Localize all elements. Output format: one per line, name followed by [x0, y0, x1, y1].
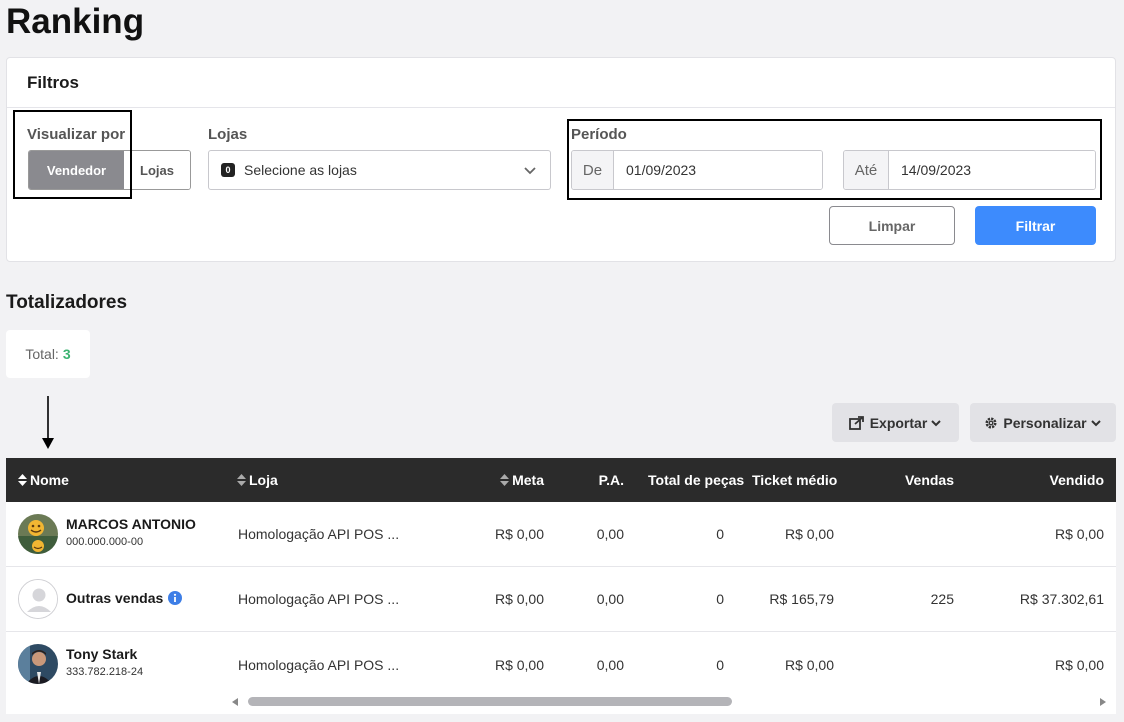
column-header-total-pieces[interactable]: Total de peças [648, 458, 744, 502]
total-pieces-cell: 0 [716, 656, 724, 673]
sort-icon [500, 474, 510, 486]
filters-card: Filtros Visualizar por Vendedor Lojas Lo… [6, 57, 1116, 262]
stores-select[interactable]: 0 Selecione as lojas [208, 150, 551, 190]
goal-cell: R$ 0,00 [494, 591, 544, 607]
column-header-sales[interactable]: Vendas [876, 458, 954, 502]
sales-cell: 225 [930, 591, 954, 607]
stores-count-badge: 0 [221, 163, 235, 177]
sort-icon [237, 474, 246, 486]
table-header: Nome Loja Meta P.A. Total de peças Ticke… [6, 458, 1116, 502]
total-pieces-cell: 0 [716, 591, 724, 607]
table-row[interactable]: Tony Stark 333.782.218-24 Homologação AP… [6, 632, 1116, 697]
gear-icon [985, 417, 997, 428]
period-to-input[interactable] [889, 151, 1095, 189]
filters-divider [7, 107, 1115, 108]
seller-name-row: Outras vendas [66, 590, 183, 606]
view-by-segmented-control: Vendedor Lojas [28, 150, 191, 190]
avg-ticket-cell: R$ 0,00 [784, 656, 834, 673]
column-header-sold[interactable]: Vendido [996, 458, 1104, 502]
goal-cell: R$ 0,00 [494, 656, 544, 673]
export-button[interactable]: Exportar [832, 403, 959, 442]
store-cell: Homologação API POS ... [238, 591, 400, 607]
store-cell: Homologação API POS ... [238, 656, 400, 673]
column-header-name[interactable]: Nome [18, 458, 69, 502]
goal-cell: R$ 0,00 [494, 526, 544, 542]
scroll-left-arrow-icon[interactable] [232, 698, 238, 706]
view-by-stores-button[interactable]: Lojas [124, 151, 190, 189]
period-label: Período [571, 126, 627, 143]
customize-button[interactable]: Personalizar [970, 403, 1116, 442]
chevron-down-icon [931, 419, 941, 426]
export-icon [848, 416, 864, 430]
store-cell: Homologação API POS ... [238, 526, 400, 542]
stores-select-placeholder: Selecione as lojas [244, 162, 357, 178]
avatar [18, 644, 58, 684]
seller-name-block: Outras vendas [66, 590, 183, 606]
stores-label: Lojas [208, 126, 248, 143]
totals-title: Totalizadores [6, 292, 128, 313]
total-value: 3 [62, 346, 71, 362]
column-header-store-label: Loja [249, 472, 278, 488]
avg-ticket-cell: R$ 0,00 [784, 526, 834, 542]
period-to-addon: Até [844, 151, 889, 189]
filters-title: Filtros [27, 73, 79, 92]
seller-document: 000.000.000-00 [66, 536, 144, 548]
total-card: Total: 3 [6, 330, 90, 378]
period-from-group: De [571, 150, 823, 190]
sort-icon [18, 474, 27, 486]
page-title: Ranking [6, 2, 145, 41]
seller-name: Outras vendas [66, 590, 164, 606]
total-label: Total: [25, 346, 59, 362]
column-header-goal[interactable]: Meta [486, 458, 544, 502]
pa-cell: 0,00 [596, 591, 624, 607]
seller-document: 333.782.218-24 [66, 666, 144, 678]
annotation-arrow-down-icon [42, 396, 54, 449]
seller-name: MARCOS ANTONIO [66, 516, 196, 532]
pa-cell: 0,00 [596, 526, 624, 542]
pa-cell: 0,00 [596, 656, 624, 673]
column-header-goal-label: Meta [512, 472, 544, 488]
export-label: Exportar [869, 414, 928, 431]
table-row[interactable]: Outras vendas Homologação API POS ... R$… [6, 567, 1116, 632]
column-header-name-label: Nome [30, 472, 69, 488]
filter-button[interactable]: Filtrar [975, 206, 1096, 245]
column-header-avg-ticket[interactable]: Ticket médio [752, 458, 837, 502]
table-row[interactable]: MARCOS ANTONIO 000.000.000-00 Homologaçã… [6, 502, 1116, 567]
scroll-right-arrow-icon[interactable] [1100, 698, 1106, 706]
seller-name: Tony Stark [66, 646, 138, 662]
seller-name-block: Tony Stark 333.782.218-24 [66, 646, 143, 678]
sold-cell: R$ 37.302,61 [1019, 591, 1104, 607]
sales-cell [876, 502, 954, 566]
column-header-pa[interactable]: P.A. [566, 458, 624, 502]
avatar [18, 514, 58, 554]
sales-cell [876, 632, 954, 697]
period-to-group: Até [843, 150, 1096, 190]
total-pieces-cell: 0 [716, 526, 724, 542]
chevron-down-icon [524, 167, 536, 175]
sold-cell: R$ 0,00 [1054, 656, 1104, 673]
avatar-placeholder [18, 579, 58, 619]
sold-cell: R$ 0,00 [1054, 526, 1104, 542]
clear-button[interactable]: Limpar [829, 206, 955, 245]
period-from-addon: De [572, 151, 614, 189]
column-header-store[interactable]: Loja [237, 458, 278, 502]
period-from-input[interactable] [614, 151, 822, 189]
horizontal-scrollbar[interactable] [228, 696, 1110, 708]
view-by-label: Visualizar por [27, 126, 126, 143]
avg-ticket-cell: R$ 165,79 [769, 591, 834, 607]
view-by-seller-button[interactable]: Vendedor [29, 151, 124, 189]
customize-label: Personalizar [1003, 414, 1087, 431]
scroll-thumb[interactable] [248, 697, 732, 706]
chevron-down-icon [1090, 419, 1101, 426]
info-icon[interactable] [168, 591, 183, 605]
seller-name-block: MARCOS ANTONIO 000.000.000-00 [66, 516, 196, 548]
ranking-table: Nome Loja Meta P.A. Total de peças Ticke… [6, 458, 1116, 714]
